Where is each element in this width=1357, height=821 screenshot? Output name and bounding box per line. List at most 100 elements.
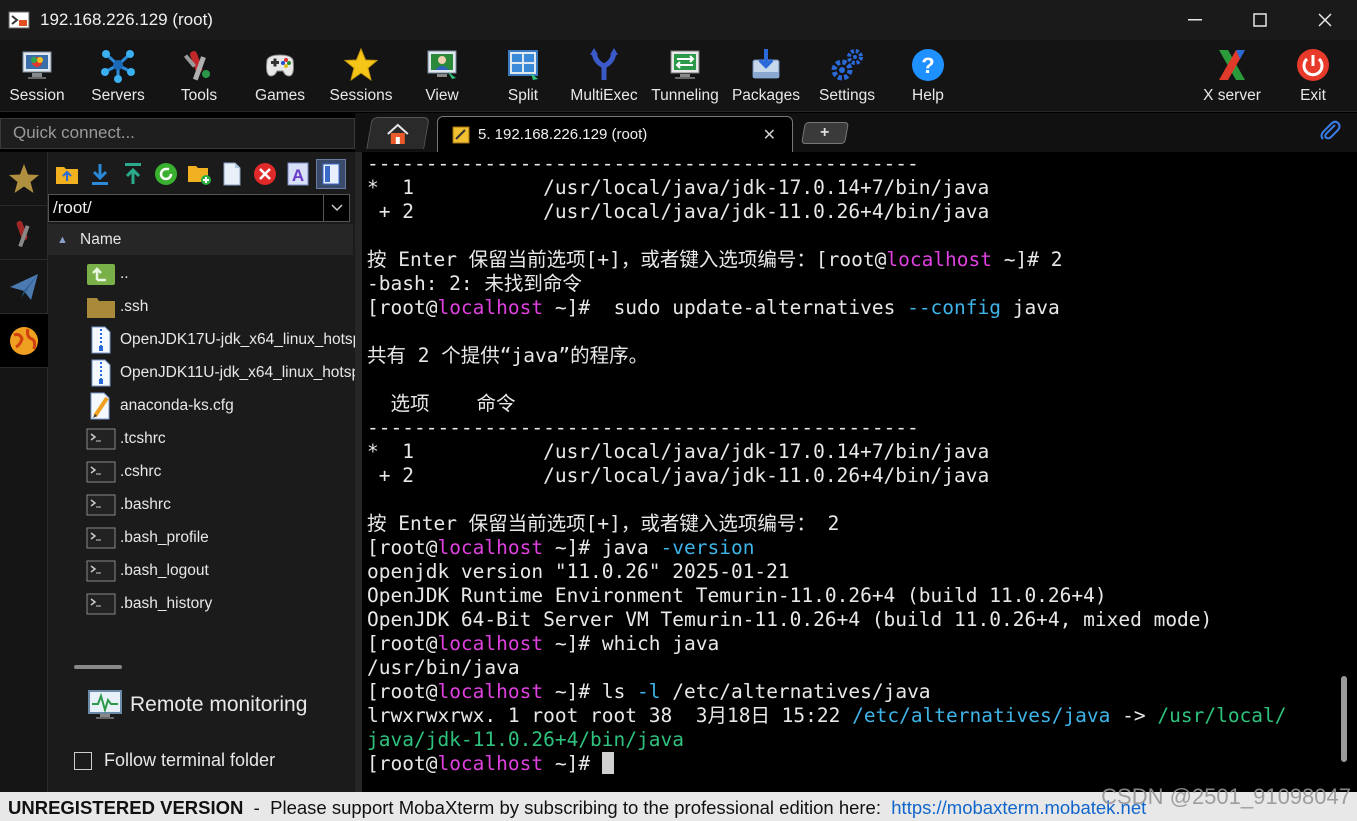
terminal-text-segment: --config — [907, 296, 1001, 319]
games-icon — [266, 54, 294, 77]
terminal-text-segment: java — [1001, 296, 1060, 319]
settings-button[interactable]: Settings — [807, 44, 887, 110]
file-list-item[interactable]: anaconda-ks.cfg — [48, 389, 355, 422]
home-tab[interactable] — [366, 117, 430, 149]
zip-archive-icon — [86, 326, 116, 353]
close-window-button[interactable] — [1292, 0, 1357, 40]
terminal-text-segment: ----------------------------------------… — [367, 152, 919, 175]
tools-button[interactable]: Tools — [159, 44, 239, 110]
sessions-button[interactable]: Sessions — [321, 44, 401, 110]
tunneling-button[interactable]: Tunneling — [645, 44, 725, 110]
upload-icon[interactable] — [118, 159, 148, 189]
terminal-file-icon — [86, 525, 116, 551]
xserver-icon — [1219, 50, 1245, 80]
help-button[interactable]: ? Help — [888, 44, 968, 110]
terminal-text-segment: * 1 /usr/local/java/jdk-17.0.14+7/bin/ja… — [367, 176, 990, 199]
unregistered-label: UNREGISTERED VERSION — [8, 797, 244, 818]
terminal-text-segment: [root@ — [367, 296, 438, 319]
vtab-sftp[interactable] — [0, 314, 48, 368]
file-list-item[interactable]: .tcshrc — [48, 422, 355, 455]
terminal-text-segment: 选项 命令 — [367, 392, 516, 415]
view-icon — [427, 50, 457, 79]
terminal-line: openjdk version "11.0.26" 2025-01-21 — [367, 560, 1357, 584]
send-icon — [10, 273, 38, 300]
file-list-item[interactable]: .bash_history — [48, 587, 355, 620]
quick-connect-input[interactable]: Quick connect... — [0, 118, 355, 149]
terminal-text-segment: ~]# which java — [543, 632, 720, 655]
folder-icon — [86, 294, 116, 320]
terminal-lines: ----------------------------------------… — [367, 152, 1357, 776]
terminal-text-segment: ~]# — [543, 752, 602, 775]
attachment-clip-icon[interactable] — [1319, 119, 1341, 149]
session-button[interactable]: Session — [0, 44, 77, 110]
file-list-item[interactable]: OpenJDK17U-jdk_x64_linux_hotspot_17.0.14… — [48, 323, 355, 356]
follow-terminal-folder-checkbox[interactable]: Follow terminal folder — [74, 750, 275, 771]
terminal-line: 选项 命令 — [367, 392, 1357, 416]
terminal-text-segment: * 1 /usr/local/java/jdk-17.0.14+7/bin/ja… — [367, 440, 990, 463]
terminal-line: * 1 /usr/local/java/jdk-17.0.14+7/bin/ja… — [367, 440, 1357, 464]
file-list-item[interactable]: .ssh — [48, 290, 355, 323]
multiexec-button[interactable]: MultiExec — [564, 44, 644, 110]
new-tab-button[interactable]: + — [801, 122, 849, 144]
terminal-output[interactable]: ----------------------------------------… — [362, 152, 1357, 792]
packages-button[interactable]: Packages — [726, 44, 806, 110]
home-icon — [387, 123, 409, 144]
sftp-globe-icon — [10, 326, 38, 355]
file-list-item[interactable]: .cshrc — [48, 455, 355, 488]
checkbox[interactable] — [74, 751, 92, 770]
terminal-text-segment: /usr/bin/java — [367, 656, 520, 679]
refresh-icon[interactable] — [151, 159, 181, 189]
new-file-icon[interactable] — [217, 159, 247, 189]
minimize-button[interactable] — [1162, 0, 1227, 40]
remote-monitoring-button[interactable]: Remote monitoring — [88, 690, 307, 720]
path-field[interactable]: /root/ — [48, 194, 350, 222]
session-icon — [22, 51, 52, 79]
panel-resize-handle[interactable] — [74, 665, 122, 669]
games-button[interactable]: Games — [240, 44, 320, 110]
split-button[interactable]: Split — [483, 44, 563, 110]
download-icon[interactable] — [85, 159, 115, 189]
terminal-text-segment: ~]# ls — [543, 680, 638, 703]
exit-button[interactable]: Exit — [1273, 44, 1353, 110]
terminal-text-segment: /etc/alternatives/java — [852, 704, 1111, 727]
vtab-macros[interactable] — [0, 260, 48, 314]
file-list-item[interactable]: .bash_logout — [48, 554, 355, 587]
new-folder-icon[interactable] — [184, 159, 214, 189]
terminal-text-segment: + 2 /usr/local/java/jdk-11.0.26+4/bin/ja… — [367, 464, 990, 487]
terminal-line: java/jdk-11.0.26+4/bin/java — [367, 728, 1357, 752]
star-icon — [9, 163, 39, 193]
servers-icon — [101, 50, 135, 83]
file-list-item[interactable]: .bashrc — [48, 488, 355, 521]
path-dropdown-chevron-icon[interactable] — [323, 195, 349, 221]
terminal-line: [root@localhost ~]# ls -l /etc/alternati… — [367, 680, 1357, 704]
session-tab-active[interactable]: 5. 192.168.226.129 (root) ✕ — [437, 116, 793, 152]
terminal-line: ----------------------------------------… — [367, 416, 1357, 440]
sort-ascending-icon: ▲ — [57, 234, 68, 246]
parent-folder-icon[interactable] — [52, 159, 82, 189]
xserver-button[interactable]: X server — [1192, 44, 1272, 110]
split-icon — [508, 50, 538, 80]
toggle-view-icon[interactable] — [316, 159, 346, 189]
delete-icon[interactable] — [250, 159, 280, 189]
vtab-sessions[interactable] — [0, 152, 48, 206]
view-button[interactable]: View — [402, 44, 482, 110]
status-separator: - — [243, 797, 271, 818]
file-list-item[interactable]: .bash_profile — [48, 521, 355, 554]
main-toolbar: Session Servers Tools Games Sessions Vie… — [0, 40, 1357, 112]
terminal-scrollbar-thumb[interactable] — [1341, 676, 1347, 762]
terminal-line: lrwxrwxrwx. 1 root root 38 3月18日 15:22 /… — [367, 704, 1357, 728]
panel-splitter[interactable] — [355, 152, 362, 792]
close-tab-icon[interactable]: ✕ — [763, 125, 776, 145]
terminal-line: OpenJDK 64-Bit Server VM Temurin-11.0.26… — [367, 608, 1357, 632]
terminal-text-segment: -> — [1110, 704, 1158, 727]
servers-button[interactable]: Servers — [78, 44, 158, 110]
file-list-item[interactable]: OpenJDK11U-jdk_x64_linux_hotspot_11.0.26… — [48, 356, 355, 389]
vtab-tools[interactable] — [0, 206, 48, 260]
maximize-button[interactable] — [1227, 0, 1292, 40]
file-list-item[interactable]: .. — [48, 257, 355, 290]
name-column-header[interactable]: ▲ Name — [48, 224, 353, 255]
tools-icon — [16, 220, 30, 247]
terminal-line: [root@localhost ~]# which java — [367, 632, 1357, 656]
rename-icon[interactable]: A — [283, 159, 313, 189]
